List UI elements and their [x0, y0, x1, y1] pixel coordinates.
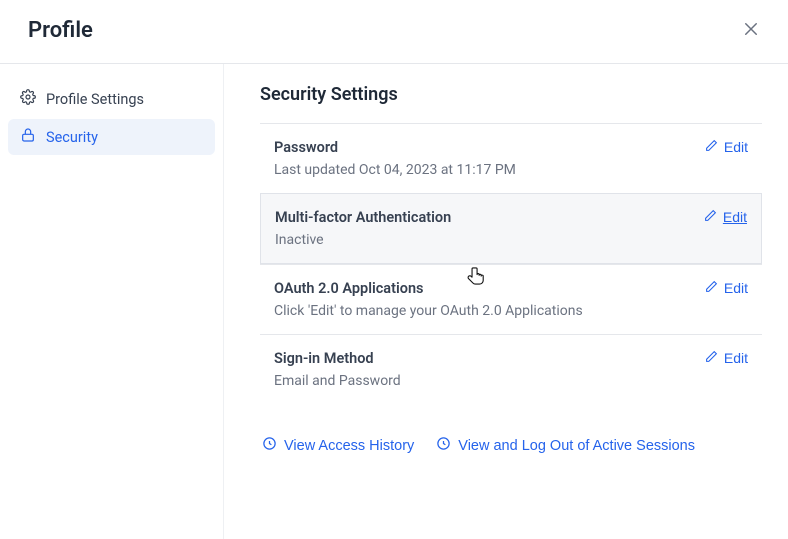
- footer-links: View Access History View and Log Out of …: [260, 436, 762, 455]
- setting-subtitle: Email and Password: [274, 373, 401, 389]
- setting-subtitle: Last updated Oct 04, 2023 at 11:17 PM: [274, 162, 516, 178]
- edit-mfa-button[interactable]: Edit: [704, 209, 747, 225]
- view-sessions-link[interactable]: View and Log Out of Active Sessions: [436, 436, 695, 455]
- edit-label: Edit: [723, 209, 747, 225]
- setting-row-password: Password Last updated Oct 04, 2023 at 11…: [260, 123, 762, 193]
- sidebar-item-profile-settings[interactable]: Profile Settings: [8, 81, 215, 117]
- edit-password-button[interactable]: Edit: [705, 139, 748, 155]
- clock-arrow-icon: [262, 436, 277, 455]
- sidebar-item-security[interactable]: Security: [8, 119, 215, 155]
- pencil-icon: [705, 280, 718, 296]
- main-content: Security Settings Password Last updated …: [224, 64, 788, 539]
- pencil-icon: [704, 209, 717, 225]
- gear-icon: [20, 89, 36, 109]
- sidebar: Profile Settings Security: [0, 64, 224, 539]
- setting-title: OAuth 2.0 Applications: [274, 280, 583, 297]
- setting-row-signin: Sign-in Method Email and Password Edit: [260, 334, 762, 404]
- view-access-history-link[interactable]: View Access History: [262, 436, 414, 455]
- lock-icon: [20, 127, 36, 147]
- edit-signin-button[interactable]: Edit: [705, 350, 748, 366]
- setting-row-oauth: OAuth 2.0 Applications Click 'Edit' to m…: [260, 264, 762, 334]
- sidebar-item-label: Profile Settings: [46, 91, 144, 108]
- setting-subtitle: Inactive: [275, 232, 451, 248]
- sidebar-item-label: Security: [46, 129, 98, 146]
- setting-row-mfa: Multi-factor Authentication Inactive Edi…: [260, 193, 762, 264]
- setting-title: Multi-factor Authentication: [275, 209, 451, 226]
- close-button[interactable]: [738, 16, 764, 45]
- link-label: View Access History: [284, 438, 414, 454]
- link-label: View and Log Out of Active Sessions: [458, 438, 695, 454]
- page-title: Profile: [28, 18, 93, 43]
- clock-arrow-icon: [436, 436, 451, 455]
- setting-title: Password: [274, 139, 516, 156]
- close-icon: [742, 20, 760, 41]
- section-title: Security Settings: [260, 84, 762, 105]
- modal-header: Profile: [0, 0, 788, 63]
- pencil-icon: [705, 350, 718, 366]
- pencil-icon: [705, 139, 718, 155]
- edit-label: Edit: [724, 139, 748, 155]
- edit-oauth-button[interactable]: Edit: [705, 280, 748, 296]
- edit-label: Edit: [724, 280, 748, 296]
- setting-title: Sign-in Method: [274, 350, 401, 367]
- edit-label: Edit: [724, 350, 748, 366]
- setting-subtitle: Click 'Edit' to manage your OAuth 2.0 Ap…: [274, 303, 583, 319]
